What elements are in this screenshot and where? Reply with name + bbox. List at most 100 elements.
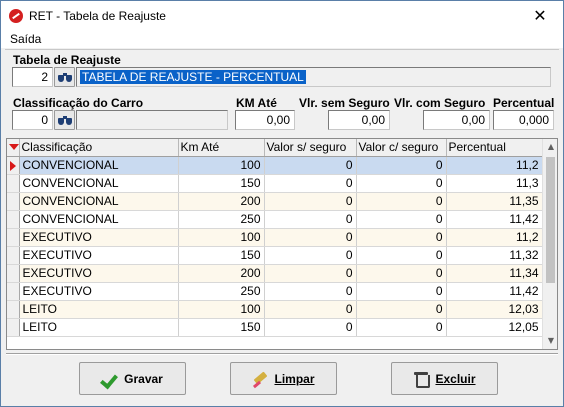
km-ate-input[interactable]: 0,00 xyxy=(235,110,295,130)
cell-percentual[interactable]: 11,2 xyxy=(446,156,543,175)
cell-km-ate[interactable]: 150 xyxy=(178,246,265,265)
cell-valor-sem-seguro[interactable]: 0 xyxy=(264,282,357,301)
reajuste-grid[interactable]: Classificação Km Até Valor s/ seguro Val… xyxy=(6,138,558,350)
table-row[interactable]: CONVENCIONAL 250 0 0 11,42 xyxy=(7,210,543,229)
cell-km-ate[interactable]: 250 xyxy=(178,210,265,229)
cell-valor-sem-seguro[interactable]: 0 xyxy=(264,246,357,265)
cell-valor-com-seguro[interactable]: 0 xyxy=(356,156,447,175)
cell-km-ate[interactable]: 200 xyxy=(178,192,265,211)
cell-classificacao[interactable]: CONVENCIONAL xyxy=(19,210,179,229)
window-title: RET - Tabela de Reajuste xyxy=(29,9,166,23)
cell-km-ate[interactable]: 250 xyxy=(178,282,265,301)
cell-valor-sem-seguro[interactable]: 0 xyxy=(264,192,357,211)
cell-valor-com-seguro[interactable]: 0 xyxy=(356,246,447,265)
eraser-icon xyxy=(252,371,268,387)
cell-valor-com-seguro[interactable]: 0 xyxy=(356,264,447,283)
grid-table: Classificação Km Até Valor s/ seguro Val… xyxy=(7,139,543,337)
cell-percentual[interactable]: 11,42 xyxy=(446,210,543,229)
scroll-up-arrow-icon[interactable]: ▲ xyxy=(543,139,557,155)
vlr-com-seguro-input[interactable]: 0,00 xyxy=(423,110,490,130)
classificacao-code-input[interactable]: 0 xyxy=(12,110,53,130)
menu-item-saida[interactable]: Saída xyxy=(10,32,41,46)
grid-header-row: Classificação Km Até Valor s/ seguro Val… xyxy=(7,139,543,157)
table-row[interactable]: CONVENCIONAL 200 0 0 11,35 xyxy=(7,192,543,211)
cell-percentual[interactable]: 12,05 xyxy=(446,318,543,337)
row-indicator xyxy=(7,318,20,337)
table-row[interactable]: LEITO 150 0 0 12,05 xyxy=(7,318,543,337)
binoculars-icon xyxy=(58,72,72,83)
tabela-lookup-button[interactable] xyxy=(54,67,75,87)
km-label: KM Até xyxy=(236,96,277,110)
vertical-scrollbar[interactable]: ▲ ▼ xyxy=(542,139,557,349)
cell-valor-com-seguro[interactable]: 0 xyxy=(356,210,447,229)
cell-valor-com-seguro[interactable]: 0 xyxy=(356,192,447,211)
cell-valor-com-seguro[interactable]: 0 xyxy=(356,282,447,301)
scroll-down-arrow-icon[interactable]: ▼ xyxy=(543,333,557,349)
cell-valor-sem-seguro[interactable]: 0 xyxy=(264,300,357,319)
scroll-thumb[interactable] xyxy=(546,157,555,283)
cell-percentual[interactable]: 11,34 xyxy=(446,264,543,283)
vlr-com-seguro-label: Vlr. com Seguro xyxy=(394,96,486,110)
limpar-button[interactable]: Limpar xyxy=(230,362,337,395)
cell-valor-com-seguro[interactable]: 0 xyxy=(356,174,447,193)
cell-valor-sem-seguro[interactable]: 0 xyxy=(264,228,357,247)
cell-classificacao[interactable]: CONVENCIONAL xyxy=(19,156,179,175)
cell-valor-com-seguro[interactable]: 0 xyxy=(356,300,447,319)
row-indicator xyxy=(7,228,20,247)
cell-classificacao[interactable]: LEITO xyxy=(19,300,179,319)
row-indicator xyxy=(7,300,20,319)
cell-percentual[interactable]: 11,3 xyxy=(446,174,543,193)
column-header-valor-com-seguro[interactable]: Valor c/ seguro xyxy=(356,139,447,157)
cell-valor-sem-seguro[interactable]: 0 xyxy=(264,318,357,337)
cell-valor-sem-seguro[interactable]: 0 xyxy=(264,210,357,229)
binoculars-icon xyxy=(58,115,72,126)
cell-valor-sem-seguro[interactable]: 0 xyxy=(264,156,357,175)
classificacao-label: Classificação do Carro xyxy=(13,96,144,110)
cell-km-ate[interactable]: 100 xyxy=(178,300,265,319)
column-header-km-ate[interactable]: Km Até xyxy=(178,139,265,157)
excluir-button[interactable]: Excluir xyxy=(391,362,498,395)
column-header-valor-sem-seguro[interactable]: Valor s/ seguro xyxy=(264,139,357,157)
cell-classificacao[interactable]: EXECUTIVO xyxy=(19,282,179,301)
cell-percentual[interactable]: 12,03 xyxy=(446,300,543,319)
cell-percentual[interactable]: 11,2 xyxy=(446,228,543,247)
cell-classificacao[interactable]: LEITO xyxy=(19,318,179,337)
column-header-percentual[interactable]: Percentual xyxy=(446,139,543,157)
cell-valor-com-seguro[interactable]: 0 xyxy=(356,318,447,337)
table-row[interactable]: CONVENCIONAL 100 0 0 11,2 xyxy=(7,156,543,175)
percentual-input[interactable]: 0,000 xyxy=(493,110,554,130)
row-indicator xyxy=(7,210,20,229)
classificacao-description-field xyxy=(76,110,228,130)
vlr-sem-seguro-input[interactable]: 0,00 xyxy=(328,110,390,130)
cell-km-ate[interactable]: 100 xyxy=(178,228,265,247)
cell-percentual[interactable]: 11,35 xyxy=(446,192,543,211)
table-row[interactable]: EXECUTIVO 100 0 0 11,2 xyxy=(7,228,543,247)
table-row[interactable]: EXECUTIVO 150 0 0 11,32 xyxy=(7,246,543,265)
cell-classificacao[interactable]: CONVENCIONAL xyxy=(19,192,179,211)
cell-km-ate[interactable]: 100 xyxy=(178,156,265,175)
table-row[interactable]: LEITO 100 0 0 12,03 xyxy=(7,300,543,319)
cell-classificacao[interactable]: EXECUTIVO xyxy=(19,228,179,247)
cell-classificacao[interactable]: EXECUTIVO xyxy=(19,264,179,283)
cell-km-ate[interactable]: 150 xyxy=(178,318,265,337)
classificacao-lookup-button[interactable] xyxy=(54,110,75,130)
row-indicator xyxy=(7,174,20,193)
cell-percentual[interactable]: 11,32 xyxy=(446,246,543,265)
cell-percentual[interactable]: 11,42 xyxy=(446,282,543,301)
cell-valor-com-seguro[interactable]: 0 xyxy=(356,228,447,247)
divider xyxy=(6,353,558,354)
cell-valor-sem-seguro[interactable]: 0 xyxy=(264,174,357,193)
table-row[interactable]: EXECUTIVO 200 0 0 11,34 xyxy=(7,264,543,283)
gravar-button[interactable]: Gravar xyxy=(79,362,186,395)
cell-classificacao[interactable]: EXECUTIVO xyxy=(19,246,179,265)
cell-km-ate[interactable]: 200 xyxy=(178,264,265,283)
table-row[interactable]: EXECUTIVO 250 0 0 11,42 xyxy=(7,282,543,301)
tabela-code-input[interactable]: 2 xyxy=(12,67,53,87)
cell-valor-sem-seguro[interactable]: 0 xyxy=(264,264,357,283)
column-header-classificacao[interactable]: Classificação xyxy=(19,139,179,157)
close-button[interactable]: ✕ xyxy=(517,1,563,31)
table-row[interactable]: CONVENCIONAL 150 0 0 11,3 xyxy=(7,174,543,193)
cell-classificacao[interactable]: CONVENCIONAL xyxy=(19,174,179,193)
vlr-sem-seguro-label: Vlr. sem Seguro xyxy=(299,96,390,110)
cell-km-ate[interactable]: 150 xyxy=(178,174,265,193)
